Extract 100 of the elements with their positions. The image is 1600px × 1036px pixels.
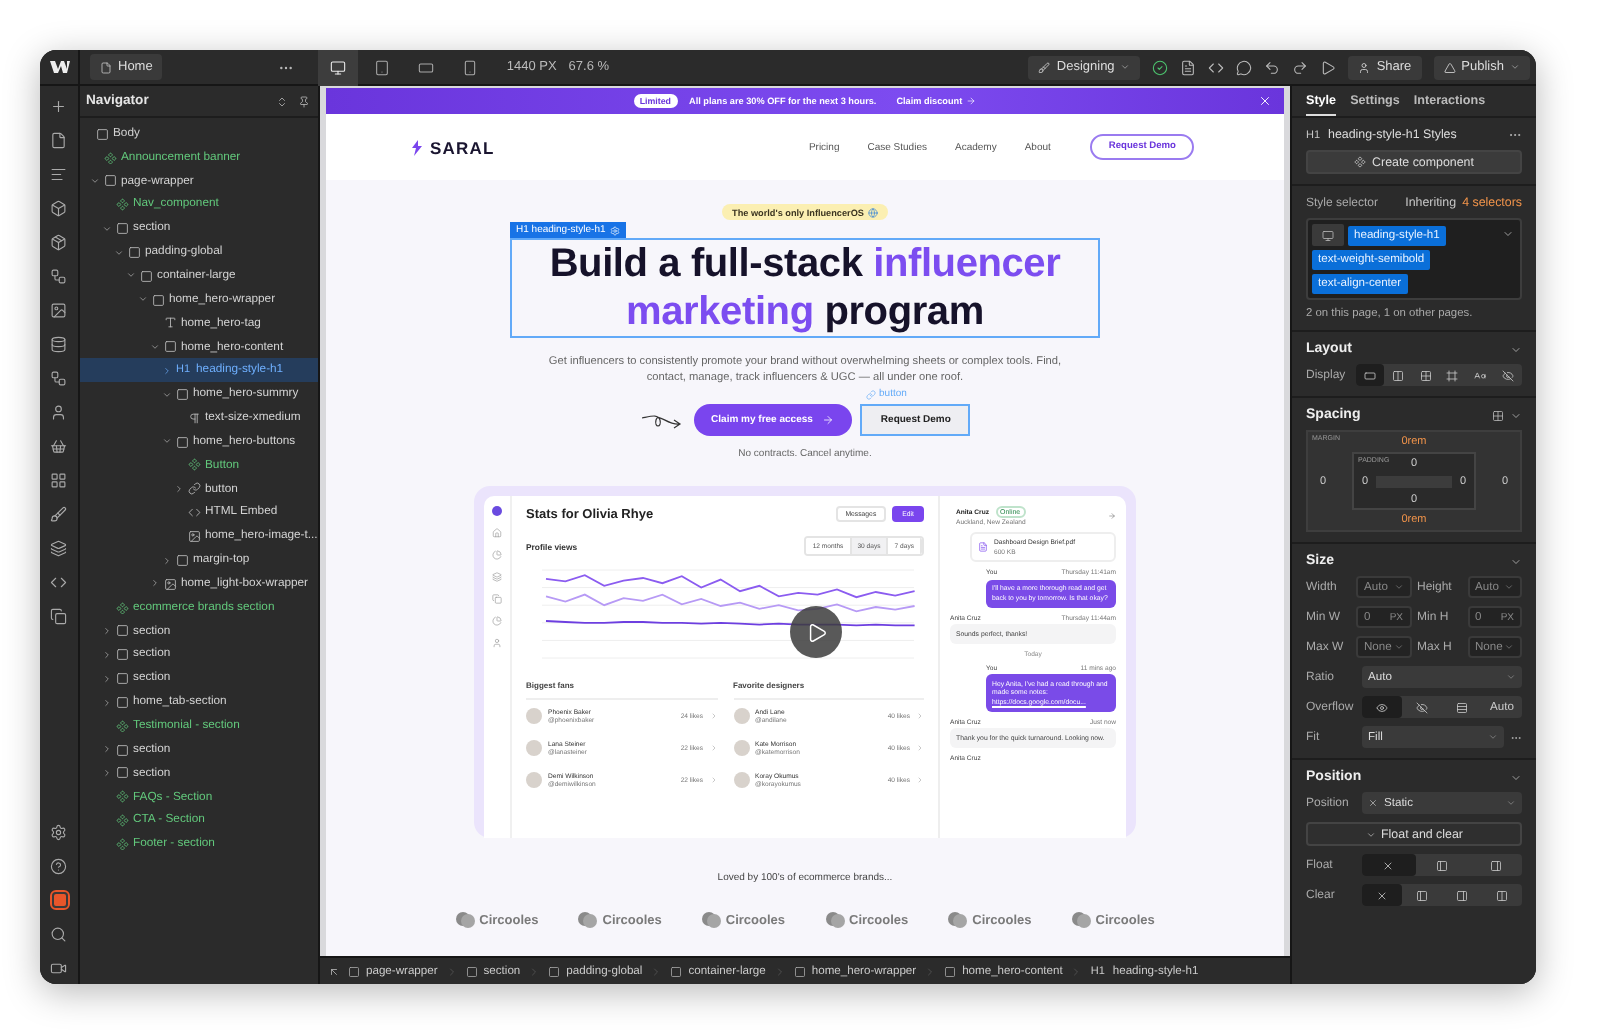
chevron-down-icon[interactable] <box>125 270 135 281</box>
selected-heading[interactable]: Build a full-stack influencer marketing program <box>510 238 1100 338</box>
chevron-down-icon[interactable] <box>101 223 111 234</box>
brand-name: SARAL <box>430 137 495 157</box>
element-icon <box>176 435 189 449</box>
search-icon[interactable] <box>50 925 68 942</box>
chevron-right-icon[interactable] <box>101 626 111 637</box>
image-icon <box>188 530 201 544</box>
layers-icon <box>492 572 502 582</box>
settings-icon <box>609 225 620 235</box>
element-icon <box>96 127 109 141</box>
component-icon <box>116 719 129 733</box>
pin-icon[interactable] <box>298 95 310 107</box>
chevron-down-icon[interactable] <box>89 176 99 187</box>
element-icon <box>176 387 189 401</box>
cms-icon[interactable] <box>50 336 68 353</box>
chevron-right-icon[interactable] <box>101 744 111 755</box>
grid-icon[interactable] <box>1492 409 1504 421</box>
code-icon[interactable] <box>1208 59 1225 75</box>
rows-icon <box>1456 701 1468 713</box>
redo-icon[interactable] <box>1292 59 1309 75</box>
check-circle-icon[interactable] <box>1152 59 1169 75</box>
x-icon <box>1376 889 1388 901</box>
close-button[interactable] <box>1258 94 1272 108</box>
ecommerce-icon[interactable] <box>50 438 68 455</box>
variables-icon[interactable] <box>50 268 68 285</box>
component-icon <box>116 837 129 851</box>
element-icon <box>164 340 177 354</box>
monitor-icon <box>330 59 347 75</box>
chevron-right-icon[interactable] <box>101 768 111 779</box>
component-icon <box>116 790 129 804</box>
record-icon[interactable] <box>51 892 67 908</box>
chevron-down-icon <box>1488 732 1498 742</box>
chevron-down-icon <box>1506 672 1516 682</box>
chevron-down-icon <box>1393 582 1403 592</box>
x-icon <box>1382 859 1395 871</box>
webflow-logo[interactable] <box>49 60 69 74</box>
chevron-down-icon[interactable] <box>149 342 159 353</box>
copy-icon[interactable] <box>50 608 68 625</box>
arrow-right-icon <box>822 414 835 426</box>
brush-icon <box>1038 61 1051 73</box>
text-icon <box>164 316 177 330</box>
chevron-right-icon[interactable] <box>173 484 183 495</box>
preview-icon[interactable] <box>1320 59 1337 75</box>
chevron-down-icon[interactable] <box>1510 555 1522 567</box>
chevron-right-icon[interactable] <box>149 578 159 589</box>
package-icon[interactable] <box>50 234 68 251</box>
image-icon <box>164 577 177 591</box>
chevron-down-icon <box>1506 798 1516 808</box>
chevron-down-icon[interactable] <box>137 294 147 305</box>
chevron-down-icon[interactable] <box>1510 409 1522 421</box>
inline-block-icon <box>1446 369 1459 381</box>
apps-icon[interactable] <box>50 472 68 489</box>
selector-state-button[interactable] <box>1312 224 1344 246</box>
link-icon <box>188 482 201 496</box>
triangle-icon <box>1443 61 1456 73</box>
chevron-down-icon[interactable] <box>113 247 123 258</box>
chevron-down-icon[interactable] <box>161 389 171 400</box>
element-icon <box>465 965 478 977</box>
chevron-right-icon[interactable] <box>101 697 111 708</box>
chevron-right-icon[interactable] <box>101 649 111 660</box>
element-icon <box>944 965 957 977</box>
comment-icon[interactable] <box>1236 59 1253 75</box>
circles-logo-icon <box>578 912 599 928</box>
monitor-icon <box>1322 229 1334 241</box>
add-icon[interactable] <box>50 98 68 115</box>
help-icon[interactable] <box>50 858 68 875</box>
video-icon[interactable] <box>50 959 68 976</box>
chevron-down-icon[interactable] <box>161 436 171 447</box>
navigator-icon[interactable] <box>50 166 68 183</box>
undo-icon[interactable] <box>1264 59 1281 75</box>
device-button[interactable] <box>318 50 359 85</box>
layers-icon[interactable] <box>50 540 68 557</box>
assets-icon[interactable] <box>50 302 68 319</box>
eye-icon <box>1376 701 1388 713</box>
brush-icon[interactable] <box>50 506 68 523</box>
chevron-right-icon[interactable] <box>101 673 111 684</box>
components-icon[interactable] <box>50 200 68 217</box>
brand-logo-icon <box>410 139 424 155</box>
link-icon <box>865 389 876 399</box>
users-icon[interactable] <box>50 404 68 421</box>
code-icon[interactable] <box>50 574 68 591</box>
chevron-down-icon <box>1393 642 1403 652</box>
user-icon <box>492 638 502 648</box>
element-icon <box>670 965 683 977</box>
pie-chart-icon <box>492 616 502 626</box>
paragraph-icon <box>188 411 201 425</box>
chevron-down-icon <box>1502 228 1514 240</box>
circles-logo-icon <box>948 912 969 928</box>
chevron-right-icon[interactable] <box>161 555 171 566</box>
block-icon <box>1363 369 1376 381</box>
chevron-down-icon[interactable] <box>1510 343 1522 355</box>
settings-icon[interactable] <box>50 824 68 841</box>
overflow-option[interactable] <box>1362 696 1402 718</box>
chevron-down-icon[interactable] <box>1510 771 1522 783</box>
file-icon <box>978 542 988 553</box>
logic-icon[interactable] <box>50 370 68 387</box>
document-icon[interactable] <box>1180 59 1197 75</box>
pages-icon[interactable] <box>50 132 68 149</box>
arrow-icon[interactable] <box>328 965 340 977</box>
